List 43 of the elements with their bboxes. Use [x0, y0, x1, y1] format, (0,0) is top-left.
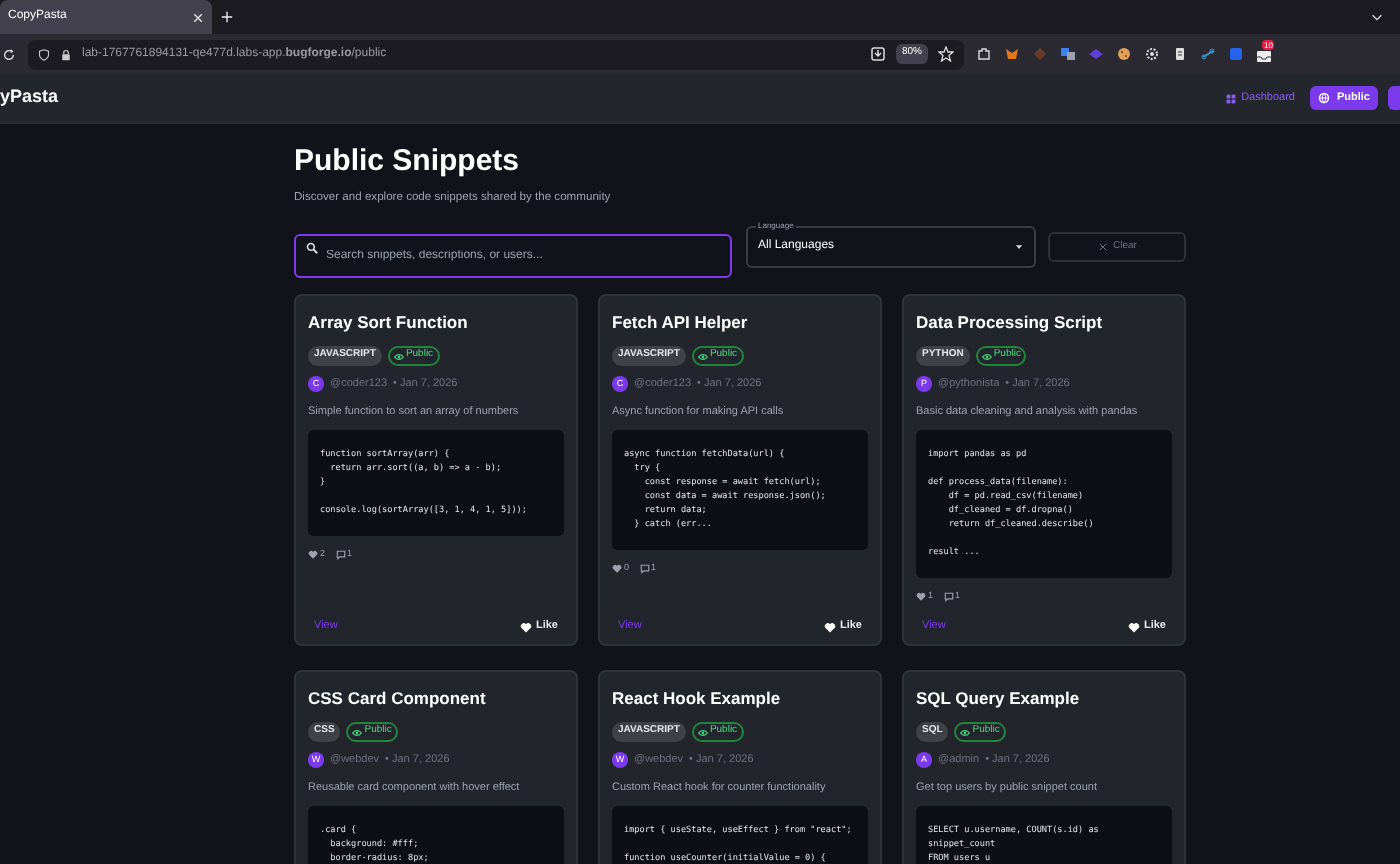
app-logo: yPasta: [0, 84, 59, 111]
snippet-title: SQL Query Example: [916, 685, 1082, 711]
snippet-title: Array Sort Function: [308, 309, 470, 335]
eye-icon: [697, 351, 708, 362]
puzzle-icon[interactable]: [976, 46, 992, 62]
comment-icon: [943, 592, 954, 603]
heart-icon: [612, 564, 622, 575]
eye-icon: [981, 351, 992, 362]
snippet-title: React Hook Example: [612, 685, 783, 711]
reload-icon: [2, 47, 16, 61]
heart-icon: [916, 592, 926, 603]
new-snippet-button[interactable]: [1388, 86, 1400, 110]
search-icon: [306, 241, 318, 254]
eye-icon: [960, 727, 971, 738]
page-title: Public Snippets: [294, 144, 522, 180]
inbox-icon: [1256, 47, 1272, 63]
comment-icon: [639, 564, 650, 575]
dropdown-caret-icon: [1014, 242, 1024, 253]
cookie-icon[interactable]: [1116, 46, 1132, 62]
comment-icon: [335, 550, 346, 561]
square-icon[interactable]: [1228, 46, 1244, 62]
shield-icon: [38, 47, 50, 61]
heart-icon: [308, 550, 318, 561]
heart-icon: [823, 621, 836, 634]
globe-icon: [1318, 92, 1331, 104]
star-icon: [938, 46, 954, 62]
gear-icon[interactable]: [1144, 46, 1160, 62]
snippet-title: Data Processing Script: [916, 309, 1105, 335]
heart-icon: [519, 621, 532, 634]
download-icon: [869, 46, 886, 62]
snippet-title: Fetch API Helper: [612, 309, 750, 335]
document-icon[interactable]: [1172, 46, 1188, 62]
eye-icon: [697, 727, 708, 738]
eye-icon: [352, 727, 363, 738]
grid-icon: [1225, 93, 1236, 103]
close-icon: [1097, 242, 1108, 253]
chevron-icon[interactable]: [1370, 10, 1384, 24]
plus-icon: [219, 10, 233, 24]
close-icon: [192, 11, 204, 23]
eye-icon: [393, 351, 404, 362]
snippet-title: CSS Card Component: [308, 685, 488, 711]
lock-icon: [60, 47, 72, 61]
heart-icon: [1127, 621, 1140, 634]
